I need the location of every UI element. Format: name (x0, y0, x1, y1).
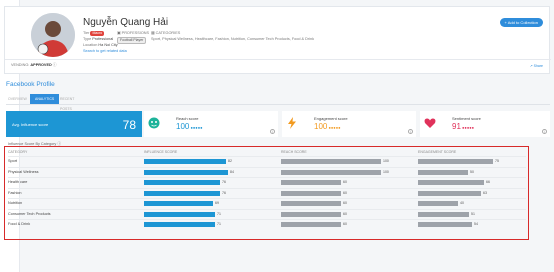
add-to-collection-button[interactable]: + Add to Collection (499, 18, 543, 27)
vetting-status: VENDING: APPROVED ⓘ (11, 63, 57, 67)
avatar (31, 13, 75, 57)
sentiment-score-card: Sentiment score 91 ●●●●● i (420, 111, 550, 137)
lightning-icon (288, 117, 296, 129)
heart-icon (424, 118, 436, 128)
info-icon[interactable]: i (542, 129, 547, 134)
categories-label: ▦ CATEGORIES (151, 31, 181, 35)
section-title: Facebook Profile (6, 81, 55, 88)
tab-analytics[interactable]: ANALYTICS (30, 94, 60, 104)
info-icon[interactable]: i (408, 129, 413, 134)
rating-dots: ●●●●● (460, 125, 475, 130)
info-icon[interactable]: i (270, 129, 275, 134)
tier-row: Tier Macro (83, 31, 105, 36)
categories-value: Sport, Physical Wellness, Healthcare, Fa… (151, 37, 314, 41)
type-label: Type (83, 37, 92, 41)
tier-label: Tier (83, 31, 90, 35)
influence-label: Avg. Influence score (12, 122, 49, 127)
location-row: Location Ha Noi City (83, 43, 118, 48)
info-icon: ⓘ (52, 63, 57, 67)
rating-dots: ●●●●● (327, 125, 341, 130)
vetting-value: APPROVED (30, 63, 52, 67)
engagement-value: 100 ●●●●● (314, 122, 341, 131)
profile-name: Nguyễn Quang Hải (83, 17, 169, 28)
location-label: Location (83, 43, 98, 47)
page: f ⚑ ◎ ▶ Nguyễn Quang Hải + Add to Collec… (0, 0, 554, 272)
profession-row: Football Player (117, 37, 147, 44)
highlight-box (4, 146, 529, 240)
engagement-label: Engagement score (314, 116, 348, 121)
reach-label: Reach score (176, 116, 199, 121)
sentiment-label: Sentiment score (452, 116, 481, 121)
reach-icon (148, 117, 160, 129)
share-link[interactable]: ↗ Share (530, 64, 543, 68)
grid-icon: ▦ (151, 31, 155, 35)
engagement-score-card: Engagement score 100 ●●●●● i (282, 111, 416, 137)
type-value: Professional (92, 37, 114, 41)
influence-score-card: Avg. Influence score 78 (6, 111, 142, 137)
tab-overview[interactable]: OVERVIEW (8, 94, 27, 104)
type-row: Type Professional (83, 37, 113, 42)
location-value: Ha Noi City (98, 43, 118, 47)
profession-pill: Football Player (117, 37, 147, 44)
share-icon: ↗ (529, 64, 533, 68)
search-link[interactable]: Search to get related data (83, 49, 127, 54)
profile-card: Nguyễn Quang Hải + Add to Collection Tie… (4, 6, 551, 74)
influence-value: 78 (122, 118, 136, 132)
card-divider (5, 59, 551, 60)
professions-label: ▣ PROFESSIONS (117, 31, 150, 35)
rating-dots: ●●●●● (189, 125, 203, 130)
tier-badge: Macro (90, 31, 105, 36)
reach-score-card: Reach score 100 ●●●●● i (144, 111, 278, 137)
tab-divider (6, 104, 550, 105)
briefcase-icon: ▣ (117, 31, 121, 35)
sentiment-value: 91 ●●●●● (452, 122, 475, 131)
reach-value: 100 ●●●●● (176, 122, 203, 131)
tab-recent-posts[interactable]: RECENT POSTS (60, 94, 74, 111)
